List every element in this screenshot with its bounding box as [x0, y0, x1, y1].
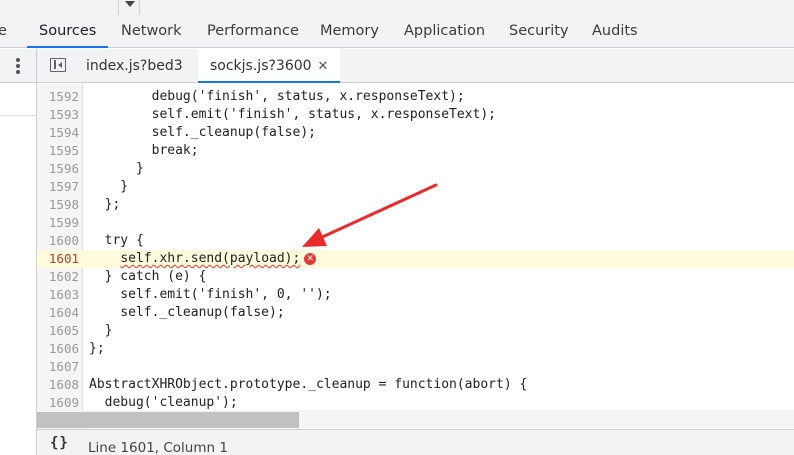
- code-text-segment: [89, 251, 120, 266]
- code-text: }: [89, 160, 144, 178]
- code-line[interactable]: 1600 try {: [37, 232, 794, 250]
- code-line[interactable]: 1597 }: [37, 178, 794, 196]
- editor-status-bar: {} Line 1601, Column 1: [37, 429, 794, 455]
- more-options-icon[interactable]: [12, 56, 24, 76]
- code-text-segment: AbstractXHRObject.prototype._cleanup = f…: [89, 377, 528, 392]
- cursor-position: Line 1601, Column 1: [88, 440, 228, 455]
- code-text: };: [89, 340, 105, 358]
- code-line-error[interactable]: 1601 self.xhr.send(payload); ✕: [37, 250, 794, 268]
- code-line[interactable]: 1607: [37, 358, 794, 376]
- code-text-segment: };: [89, 341, 105, 356]
- code-text-segment: self._cleanup(false);: [89, 305, 285, 320]
- tab-memory[interactable]: Memory: [320, 15, 379, 48]
- code-text-segment: } catch (e) {: [89, 269, 207, 284]
- code-line[interactable]: 1603 self.emit('finish', 0, '');: [37, 286, 794, 304]
- navigator-pane: [0, 49, 37, 455]
- close-icon[interactable]: ✕: [318, 59, 329, 74]
- file-tab-label: sockjs.js?3600: [210, 58, 312, 74]
- code-text: debug('finish', status, x.responseText);: [89, 88, 465, 106]
- scrollbar-thumb[interactable]: [37, 412, 299, 428]
- line-number[interactable]: 1603: [37, 286, 79, 304]
- code-editor[interactable]: 1592 debug('finish', status, x.responseT…: [37, 84, 794, 429]
- error-code-segment: self.xhr.send(payload);: [120, 251, 301, 266]
- code-text: AbstractXHRObject.prototype._cleanup = f…: [89, 376, 527, 394]
- code-text: };: [89, 196, 121, 214]
- line-number[interactable]: 1598: [37, 196, 79, 214]
- pretty-print-button[interactable]: {}: [50, 435, 69, 451]
- file-tab-sockjs-js[interactable]: sockjs.js?3600 ✕: [198, 49, 341, 83]
- line-number[interactable]: 1597: [37, 178, 79, 196]
- code-text: self.xhr.send(payload); ✕: [89, 250, 317, 268]
- tab-performance[interactable]: Performance: [207, 15, 299, 48]
- line-number[interactable]: 1608: [37, 376, 79, 394]
- code-text-segment: try {: [89, 233, 144, 248]
- code-line[interactable]: 1596 }: [37, 160, 794, 178]
- tab-security[interactable]: Security: [509, 15, 569, 48]
- code-text-segment: break;: [89, 143, 199, 158]
- tab-network[interactable]: Network: [121, 15, 182, 48]
- code-text: self.emit('finish', status, x.responseTe…: [89, 106, 496, 124]
- line-number[interactable]: 1594: [37, 124, 79, 142]
- line-number[interactable]: 1604: [37, 304, 79, 322]
- code-line[interactable]: 1595 break;: [37, 142, 794, 160]
- code-text-segment: debug('cleanup');: [89, 395, 238, 410]
- code-text: self._cleanup(false);: [89, 124, 316, 142]
- code-line[interactable]: 1605 }: [37, 322, 794, 340]
- line-number[interactable]: 1592: [37, 88, 79, 106]
- file-tab-label: index.js?bed3: [86, 58, 183, 74]
- code-line[interactable]: 1604 self._cleanup(false);: [37, 304, 794, 322]
- code-text-segment: }: [89, 161, 144, 176]
- line-number[interactable]: 1602: [37, 268, 79, 286]
- tab-audits[interactable]: Audits: [592, 15, 638, 48]
- line-number[interactable]: 1593: [37, 106, 79, 124]
- code-text-segment: };: [89, 197, 121, 212]
- line-number[interactable]: 1601: [37, 250, 79, 268]
- code-text: self._cleanup(false);: [89, 304, 285, 322]
- code-line[interactable]: 1593 self.emit('finish', status, x.respo…: [37, 106, 794, 124]
- line-number[interactable]: 1606: [37, 340, 79, 358]
- horizontal-scrollbar[interactable]: [37, 410, 794, 428]
- code-line[interactable]: 1594 self._cleanup(false);: [37, 124, 794, 142]
- error-icon[interactable]: ✕: [304, 252, 317, 265]
- code-line[interactable]: 1598 };: [37, 196, 794, 214]
- code-text-segment: self._cleanup(false);: [89, 125, 316, 140]
- code-line[interactable]: 1599: [37, 214, 794, 232]
- code-text: } catch (e) {: [89, 268, 207, 286]
- code-text-segment: self.emit('finish', 0, '');: [89, 287, 332, 302]
- code-text-segment: self.emit('finish', status, x.responseTe…: [89, 107, 496, 122]
- divider: [0, 115, 36, 116]
- code-line[interactable]: 1606};: [37, 340, 794, 358]
- code-line[interactable]: 1608 AbstractXHRObject.prototype._cleanup…: [37, 376, 794, 394]
- line-number[interactable]: 1596: [37, 160, 79, 178]
- line-number[interactable]: 1605: [37, 322, 79, 340]
- dropdown-chevron-icon[interactable]: [118, 0, 140, 15]
- code-text: try {: [89, 232, 144, 250]
- tab-application[interactable]: Application: [404, 15, 485, 48]
- navigator-toolbar: [0, 49, 36, 83]
- code-text-segment: }: [89, 323, 113, 338]
- line-number[interactable]: 1595: [37, 142, 79, 160]
- devtools-panel-tabs: le Sources Network Performance Memory Ap…: [0, 15, 794, 48]
- line-number[interactable]: 1600: [37, 232, 79, 250]
- code-text-segment: debug('finish', status, x.responseText);: [89, 89, 465, 104]
- code-text: }: [89, 178, 128, 196]
- line-number[interactable]: 1599: [37, 214, 79, 232]
- editor-file-tabs: index.js?bed3 sockjs.js?3600 ✕: [37, 49, 794, 83]
- file-tab-index-js[interactable]: index.js?bed3: [86, 49, 183, 83]
- code-text: break;: [89, 142, 199, 160]
- code-line[interactable]: 1602 } catch (e) {: [37, 268, 794, 286]
- tab-sources[interactable]: Sources: [26, 15, 109, 48]
- code-text-segment: }: [89, 179, 129, 194]
- code-text: }: [89, 322, 113, 340]
- top-toolbar-strip: [0, 0, 794, 15]
- code-text: self.emit('finish', 0, '');: [89, 286, 332, 304]
- code-line[interactable]: 1592 debug('finish', status, x.responseT…: [37, 88, 794, 106]
- toggle-navigator-icon[interactable]: [50, 58, 66, 72]
- line-number[interactable]: 1607: [37, 358, 79, 376]
- tab-console[interactable]: le: [0, 15, 7, 48]
